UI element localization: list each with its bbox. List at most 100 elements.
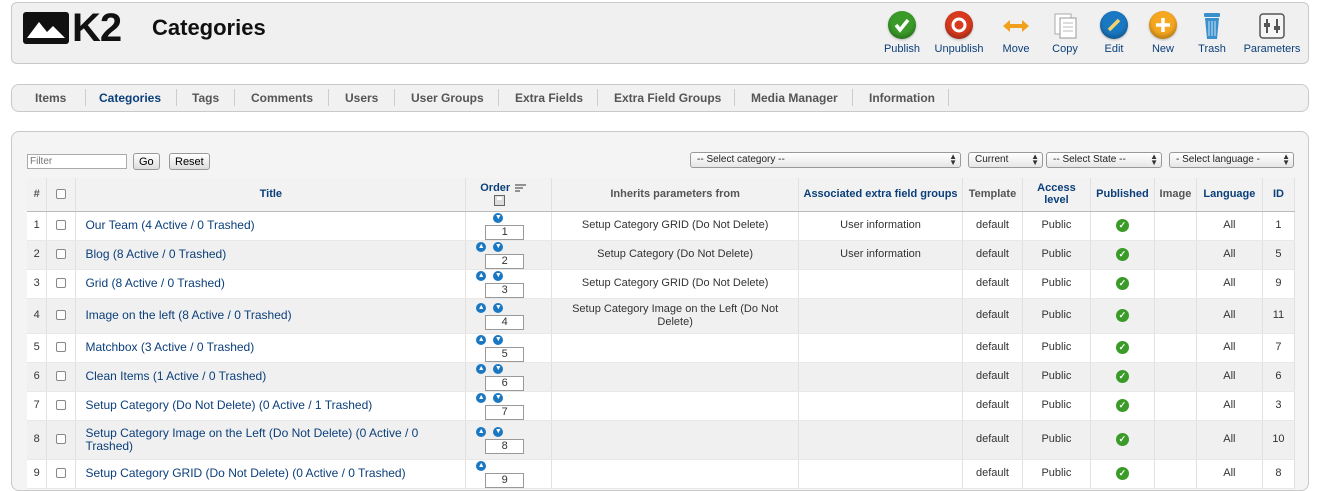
published-check-icon[interactable]: ✓	[1115, 219, 1129, 232]
category-title-link[interactable]: Our Team (4 Active / 0 Trashed)	[85, 218, 254, 232]
tab-user-groups[interactable]: User Groups	[411, 91, 484, 105]
state-scope-select[interactable]: Current ▲ ▼	[968, 152, 1043, 168]
category-title-link[interactable]: Image on the left (8 Active / 0 Trashed)	[85, 308, 291, 322]
move-up-icon[interactable]: ▲	[476, 392, 487, 403]
move-up-icon[interactable]: ▲	[476, 270, 487, 281]
column-access-level[interactable]: Access level	[1022, 178, 1091, 212]
reset-button[interactable]: Reset	[169, 153, 210, 170]
move-up-icon[interactable]: ▲	[476, 363, 487, 374]
column-extra-field-groups[interactable]: Associated extra field groups	[798, 178, 963, 212]
tab-divider	[85, 89, 86, 106]
order-input[interactable]: 1	[485, 224, 525, 240]
row-checkbox[interactable]	[56, 249, 67, 260]
tab-information[interactable]: Information	[869, 91, 935, 105]
tab-divider	[498, 89, 499, 106]
published-check-icon[interactable]: ✓	[1115, 467, 1129, 480]
column-title[interactable]: Title	[75, 178, 467, 212]
move-down-icon[interactable]: ▼	[493, 392, 504, 403]
go-button[interactable]: Go	[133, 153, 160, 170]
page-title: Categories	[152, 15, 266, 40]
order-cell: ▲ ▼8	[465, 420, 553, 460]
move-down-icon[interactable]: ▼	[493, 241, 504, 252]
category-title-link[interactable]: Blog (8 Active / 0 Trashed)	[85, 247, 226, 261]
column-id[interactable]: ID	[1262, 178, 1296, 212]
trash-button[interactable]: Trash	[1182, 7, 1242, 61]
tab-users[interactable]: Users	[345, 91, 378, 105]
row-checkbox[interactable]	[56, 310, 67, 321]
move-up-icon[interactable]: ▲	[476, 302, 487, 313]
tab-comments[interactable]: Comments	[251, 91, 313, 105]
order-input[interactable]: 6	[485, 375, 525, 391]
column-language[interactable]: Language	[1196, 178, 1263, 212]
access-level-cell: Public	[1022, 298, 1091, 334]
tab-tags[interactable]: Tags	[192, 91, 219, 105]
category-title-link[interactable]: Setup Category (Do Not Delete) (0 Active…	[85, 398, 372, 412]
move-down-icon[interactable]: ▼	[493, 334, 504, 345]
language-cell: All	[1196, 269, 1263, 299]
order-input[interactable]: 2	[485, 253, 525, 269]
published-check-icon[interactable]: ✓	[1115, 277, 1129, 290]
category-title-link[interactable]: Setup Category Image on the Left (Do Not…	[85, 426, 418, 453]
row-checkbox[interactable]	[56, 371, 67, 382]
row-checkbox[interactable]	[56, 278, 67, 289]
move-down-icon[interactable]: ▼	[493, 212, 504, 223]
sub-navigation: Items Categories Tags Comments Users Use…	[11, 84, 1309, 112]
state-select[interactable]: -- Select State -- ▲ ▼	[1046, 152, 1162, 168]
published-check-icon[interactable]: ✓	[1115, 399, 1129, 412]
published-check-icon[interactable]: ✓	[1115, 370, 1129, 383]
tab-extra-fields[interactable]: Extra Fields	[515, 91, 583, 105]
row-checkbox[interactable]	[56, 220, 67, 231]
order-input[interactable]: 8	[485, 438, 525, 454]
id-cell: 5	[1262, 240, 1296, 270]
unpublish-button[interactable]: Unpublish	[929, 7, 989, 61]
tab-divider	[176, 89, 177, 106]
id-cell: 8	[1262, 459, 1296, 489]
category-title-link[interactable]: Grid (8 Active / 0 Trashed)	[85, 276, 224, 290]
language-select[interactable]: - Select language - ▲ ▼	[1169, 152, 1294, 168]
move-up-icon[interactable]: ▲	[476, 334, 487, 345]
move-down-icon[interactable]: ▼	[493, 363, 504, 374]
image-cell	[1154, 269, 1197, 299]
id-cell: 11	[1262, 298, 1296, 334]
move-icon	[1001, 11, 1031, 41]
row-number: 8	[27, 420, 48, 460]
order-input[interactable]: 9	[485, 472, 525, 488]
order-input[interactable]: 4	[485, 314, 525, 330]
published-check-icon[interactable]: ✓	[1115, 309, 1129, 322]
order-input[interactable]: 7	[485, 404, 525, 420]
inherits-cell: Setup Category GRID (Do Not Delete)	[551, 211, 800, 241]
sort-icon[interactable]	[515, 183, 527, 193]
tab-extra-field-groups[interactable]: Extra Field Groups	[614, 91, 721, 105]
parameters-button[interactable]: Parameters	[1242, 7, 1302, 61]
select-arrows-icon: ▲ ▼	[1282, 152, 1290, 167]
save-order-icon[interactable]	[494, 194, 506, 206]
tab-categories[interactable]: Categories	[99, 91, 161, 105]
published-check-icon[interactable]: ✓	[1115, 248, 1129, 261]
category-title-link[interactable]: Matchbox (3 Active / 0 Trashed)	[85, 340, 254, 354]
row-checkbox[interactable]	[56, 400, 67, 411]
filter-input[interactable]	[27, 154, 127, 169]
move-up-icon[interactable]: ▲	[476, 241, 487, 252]
column-published[interactable]: Published	[1090, 178, 1155, 212]
tab-items[interactable]: Items	[35, 91, 66, 105]
select-all-checkbox[interactable]	[56, 189, 67, 200]
category-title-link[interactable]: Clean Items (1 Active / 0 Trashed)	[85, 369, 266, 383]
move-down-icon[interactable]: ▼	[493, 270, 504, 281]
order-input[interactable]: 3	[485, 282, 525, 298]
move-down-icon[interactable]: ▼	[493, 302, 504, 313]
category-title-link[interactable]: Setup Category GRID (Do Not Delete) (0 A…	[85, 466, 405, 480]
order-input[interactable]: 5	[485, 346, 525, 362]
move-down-icon[interactable]: ▼	[493, 426, 504, 437]
category-select[interactable]: -- Select category -- ▲ ▼	[690, 152, 961, 168]
move-up-icon[interactable]: ▲	[476, 426, 487, 437]
column-order[interactable]: Order	[465, 178, 553, 212]
order-cell: ▲ ▼5	[465, 333, 553, 363]
move-up-icon[interactable]: ▲	[476, 460, 487, 471]
extra-field-groups-cell	[798, 362, 963, 392]
row-checkbox[interactable]	[56, 342, 67, 353]
publish-button[interactable]: Publish	[872, 7, 932, 61]
tab-media-manager[interactable]: Media Manager	[751, 91, 838, 105]
published-check-icon[interactable]: ✓	[1115, 341, 1129, 354]
row-checkbox[interactable]	[56, 434, 67, 445]
published-check-icon[interactable]: ✓	[1115, 433, 1129, 446]
